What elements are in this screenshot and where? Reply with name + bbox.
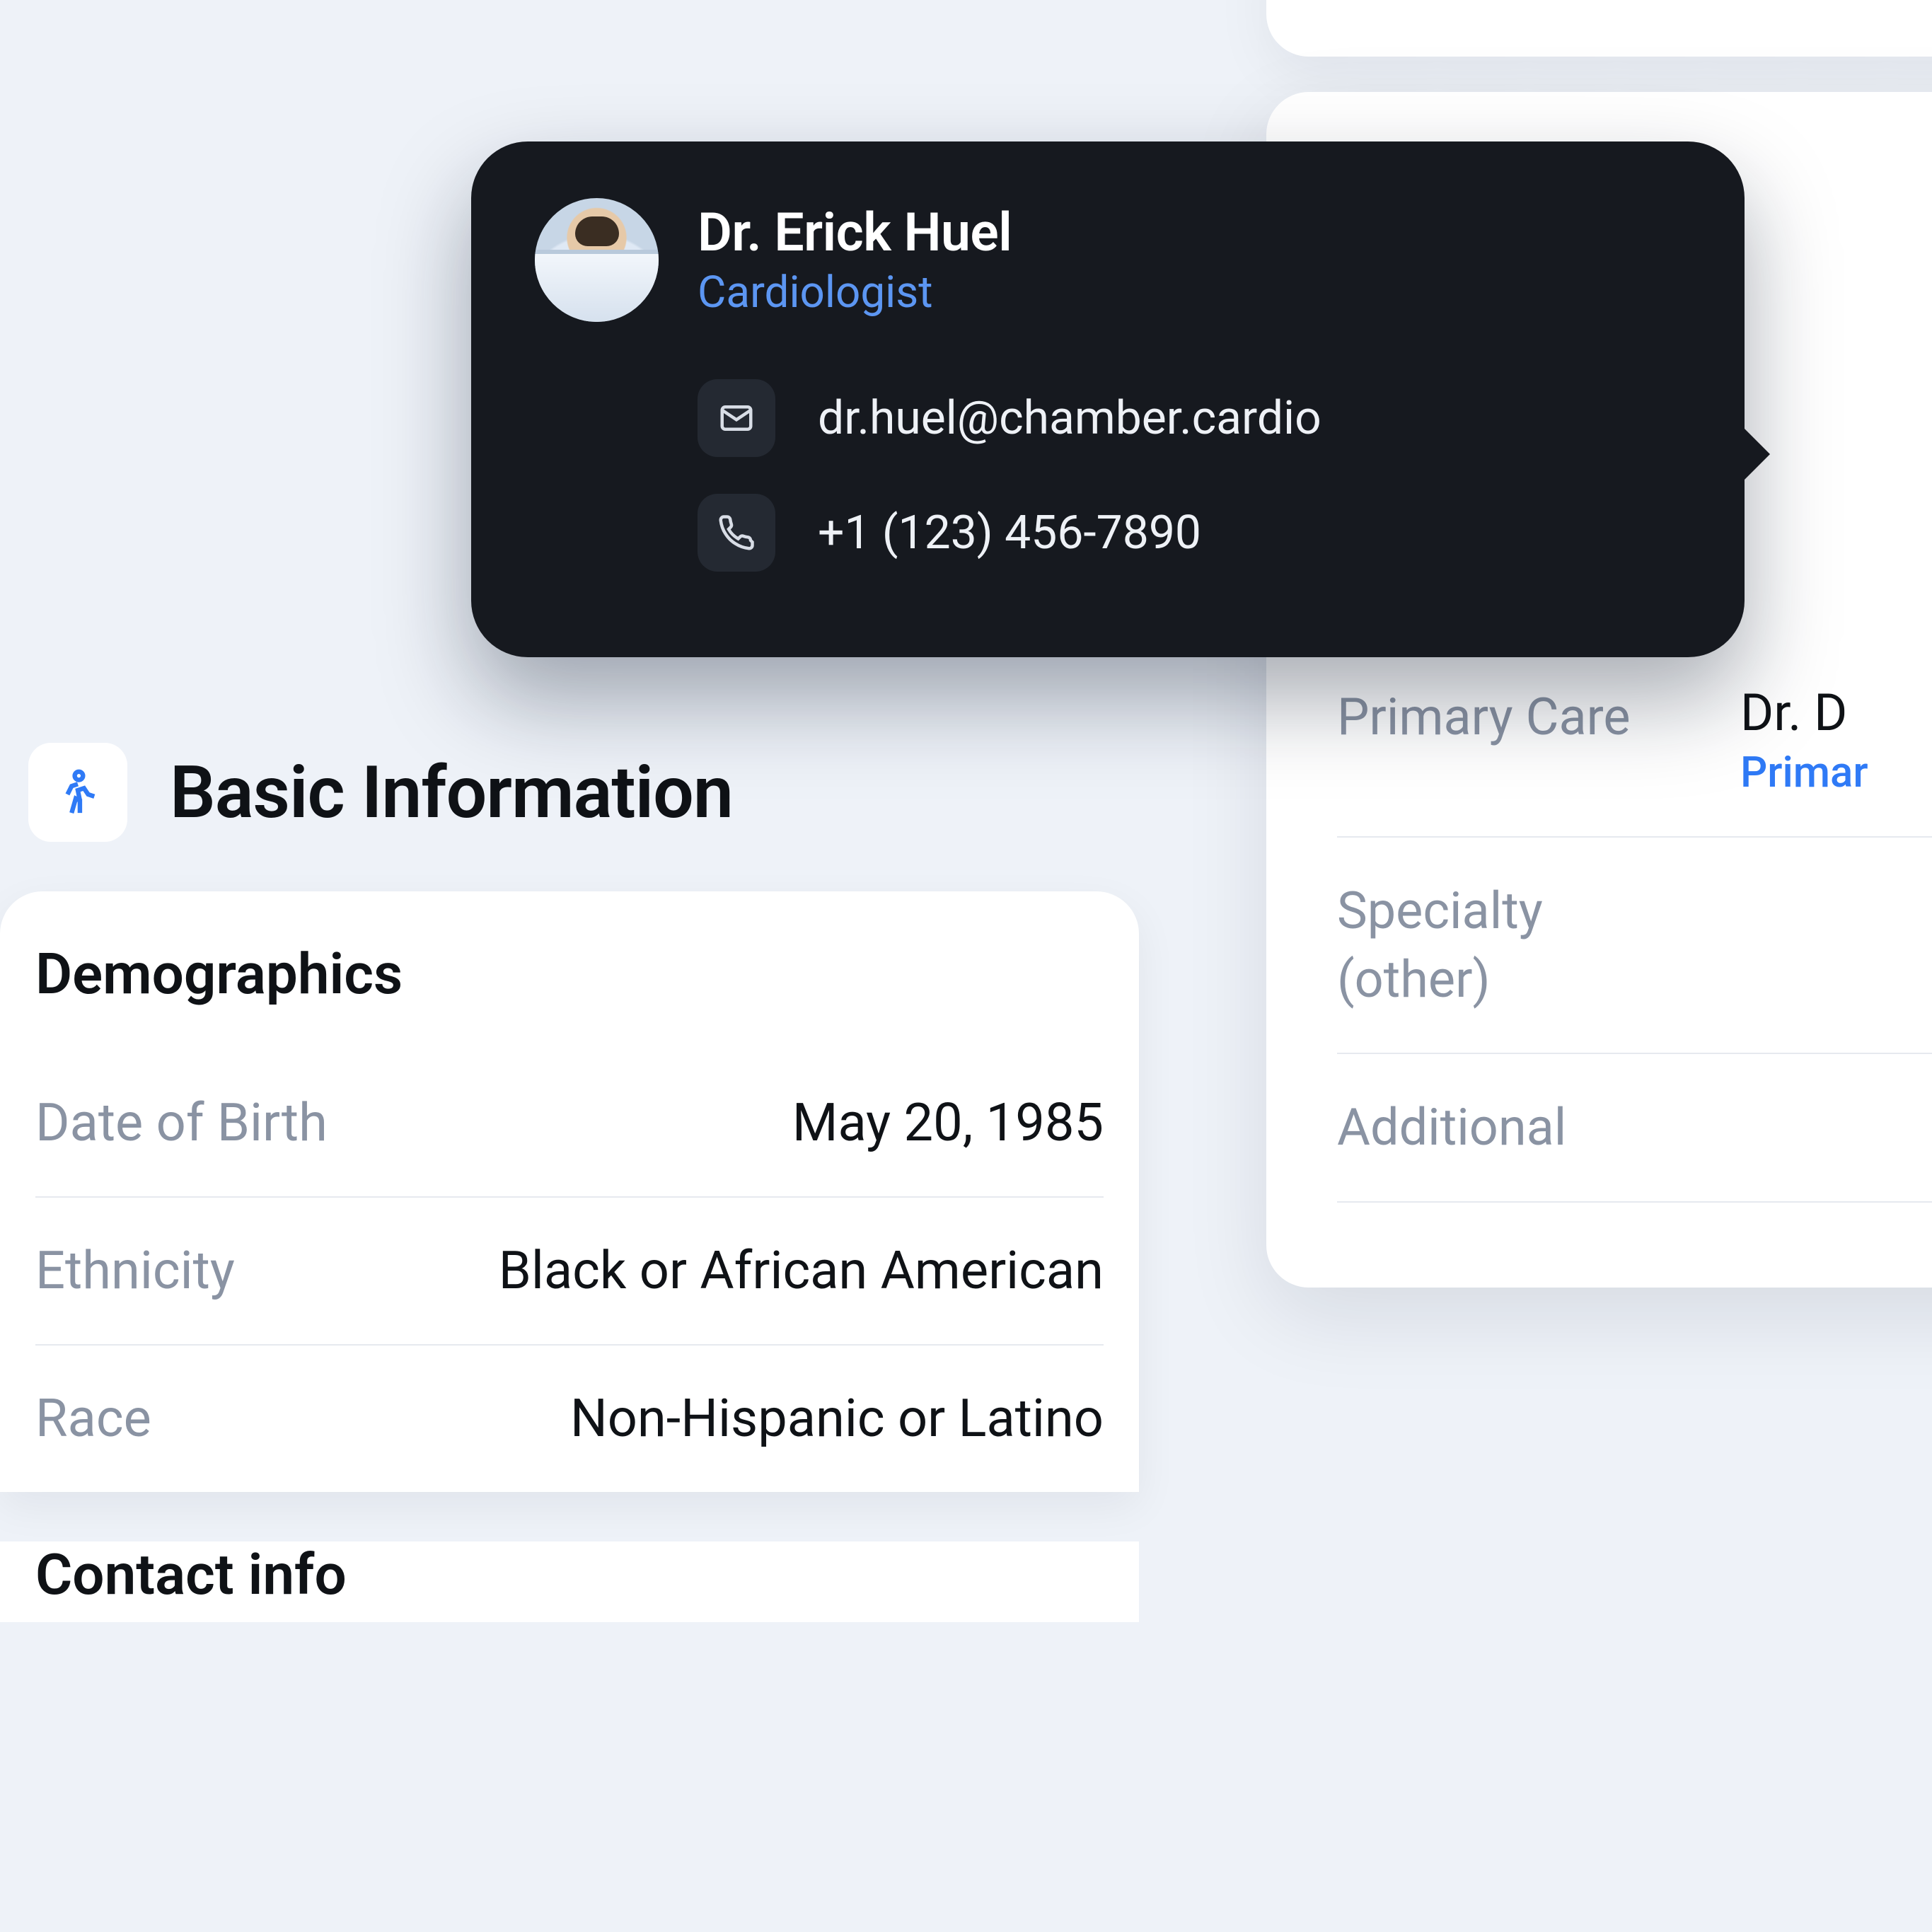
mail-icon <box>698 379 775 457</box>
doctor-email: dr.huel@chamber.cardio <box>818 391 1321 446</box>
row-primary-care: Primary Care Dr. D Primar <box>1337 644 1932 838</box>
row-race: Race Non-Hispanic or Latino <box>35 1346 1104 1492</box>
basic-information-title: Basic Information <box>170 750 733 835</box>
basic-information-header: Basic Information <box>0 700 1139 891</box>
primary-care-value[interactable]: Dr. D <box>1740 683 1868 743</box>
doctor-phone: +1 (123) 456-7890 <box>818 506 1201 560</box>
popover-email-row[interactable]: dr.huel@chamber.cardio <box>535 361 1667 475</box>
race-label: Race <box>35 1388 151 1450</box>
dob-label: Date of Birth <box>35 1092 328 1154</box>
row-specialty: Specialty (other) <box>1337 838 1932 1054</box>
ethnicity-label: Ethnicity <box>35 1240 235 1302</box>
popover-phone-row[interactable]: +1 (123) 456-7890 <box>535 475 1667 590</box>
contact-info-heading: Contact info <box>0 1541 1139 1622</box>
doctor-name: Dr. Erick Huel <box>698 202 1012 264</box>
doctor-popover: Dr. Erick Huel Cardiologist dr.huel@cham… <box>471 141 1745 657</box>
specialty-label: Specialty (other) <box>1337 877 1662 1014</box>
ethnicity-value: Black or African American <box>499 1240 1104 1302</box>
row-ethnicity: Ethnicity Black or African American <box>35 1198 1104 1346</box>
card-strip-top <box>1266 0 1932 57</box>
popover-header: Dr. Erick Huel Cardiologist <box>535 198 1667 322</box>
person-walking-icon <box>28 743 127 842</box>
demographics-heading: Demographics <box>35 941 1104 1007</box>
row-date-of-birth: Date of Birth May 20, 1985 <box>35 1050 1104 1198</box>
basic-information-section: Basic Information Demographics Date of B… <box>0 700 1139 1622</box>
race-value: Non-Hispanic or Latino <box>570 1388 1104 1450</box>
primary-care-label: Primary Care <box>1337 683 1662 751</box>
phone-icon <box>698 494 775 572</box>
demographics-card: Demographics Date of Birth May 20, 1985 … <box>0 891 1139 1492</box>
dob-value: May 20, 1985 <box>792 1092 1104 1154</box>
row-additional: Additional <box>1337 1054 1932 1202</box>
doctor-role[interactable]: Cardiologist <box>698 267 1012 318</box>
doctor-avatar[interactable] <box>535 198 659 322</box>
additional-label: Additional <box>1337 1093 1662 1162</box>
primary-care-sub[interactable]: Primar <box>1740 747 1868 797</box>
